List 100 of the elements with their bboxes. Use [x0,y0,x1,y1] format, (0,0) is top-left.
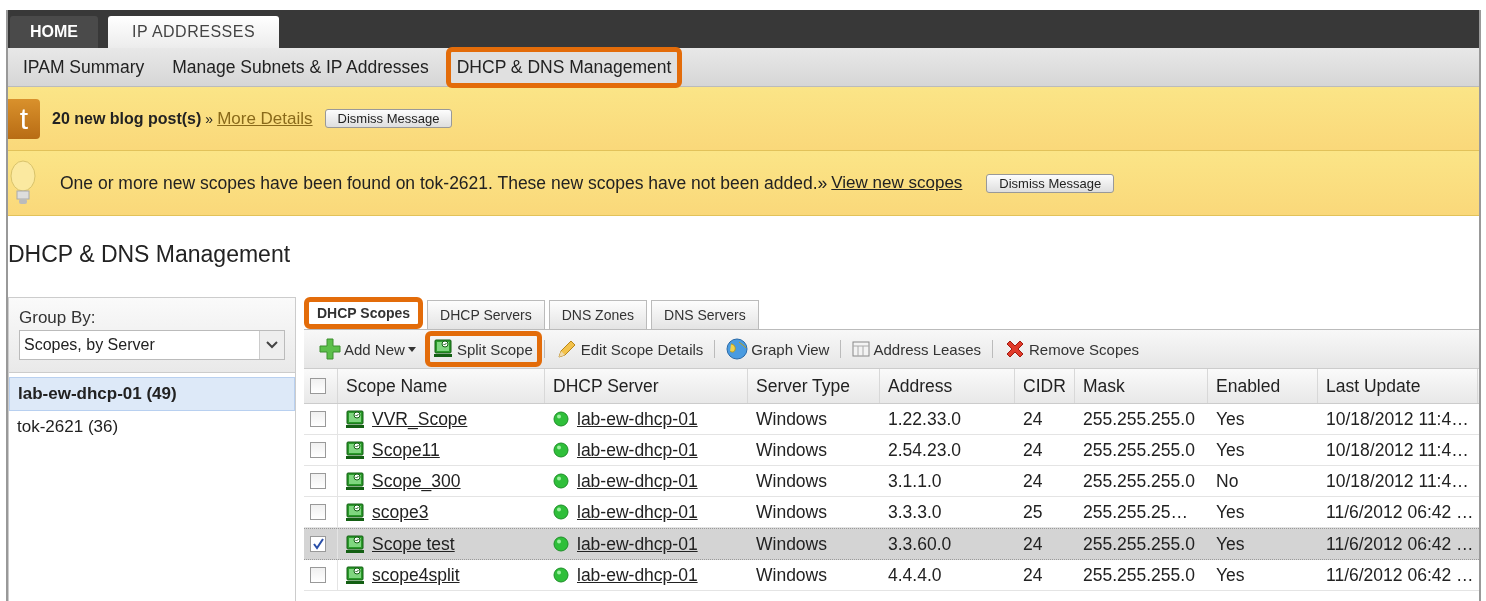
table-cell-text: 24 [1022,532,1044,556]
table-cell-text: 11/6/2012 06:42 … [1325,500,1475,524]
message-text: 20 new blog post(s) [52,109,202,128]
pencil-icon [555,338,578,360]
monitor-icon [433,339,454,359]
table-cell-text: 10/18/2012 11:4… [1325,438,1470,462]
page-title: DHCP & DNS Management [8,240,292,269]
server-list-item[interactable]: lab-ew-dhcp-01 (49) [9,377,295,411]
nav-link[interactable]: DHCP & DNS Management [445,46,683,88]
table-cell-text: 3.1.1.0 [887,469,943,493]
tab[interactable]: DHCP Scopes [304,297,424,329]
column-header[interactable]: Mask [1075,369,1208,403]
globe-icon [726,338,749,360]
row-checkbox[interactable] [310,411,326,427]
caret-icon [407,346,416,352]
separator-text: » [205,110,214,127]
row-checkbox[interactable] [310,473,326,489]
table-cell-text: Yes [1215,500,1246,524]
row-checkbox[interactable] [310,504,326,520]
nav-link[interactable]: Manage Subnets & IP Addresses [161,46,440,88]
scope-link[interactable]: scope4split [372,564,460,586]
table-cell-text: Yes [1215,407,1246,431]
server-link[interactable]: lab-ew-dhcp-01 [577,501,698,523]
table-cell-text: Windows [755,532,828,556]
tab[interactable]: DHCP Servers [427,300,545,329]
column-header[interactable]: Enabled [1208,369,1318,403]
table-cell-text: 255.255.255.0 [1082,469,1196,493]
scope-link[interactable]: Scope_300 [372,470,461,492]
column-header[interactable]: Server Type [748,369,880,403]
toolbar-button[interactable]: Edit Scope Details [546,330,713,368]
nav-tab[interactable]: IP ADDRESSES [108,16,280,48]
monitor-icon [346,503,364,521]
table-cell-text: 24 [1022,438,1044,462]
table-cell-text: 24 [1022,407,1044,431]
status-dot-icon [553,411,569,427]
lightbulb-icon [10,160,36,206]
status-dot-icon [553,504,569,520]
monitor-icon [346,410,364,428]
table-cell-text: Yes [1215,563,1246,587]
nav-link[interactable]: IPAM Summary [12,46,156,88]
table-cell-text: Windows [755,563,828,587]
group-by-dropdown[interactable]: Scopes, by Server [19,330,285,360]
table-cell-text: 24 [1022,563,1044,587]
toolbar-button[interactable]: Address Leases [843,332,991,366]
scope-link[interactable]: Scope test [372,533,455,555]
monitor-icon [346,535,364,553]
row-checkbox[interactable] [310,567,326,583]
plus-icon [319,338,341,360]
scope-link[interactable]: VVR_Scope [372,408,468,430]
more-details-link[interactable]: More Details [217,108,313,129]
group-by-label: Group By: [19,308,97,328]
scope-link[interactable]: scope3 [372,501,429,523]
table-cell-text: Windows [755,438,828,462]
table-cell-text: 255.255.25… [1082,500,1190,524]
tab[interactable]: DNS Servers [651,300,759,329]
table-cell-text: Windows [755,500,828,524]
tab[interactable]: DNS Zones [548,300,647,329]
table-cell-text: 2.54.23.0 [887,438,962,462]
table-cell-text: 4.4.4.0 [887,563,943,587]
server-link[interactable]: lab-ew-dhcp-01 [577,564,698,586]
status-dot-icon [553,442,569,458]
nav-tab[interactable]: HOME [10,16,98,48]
table-cell-text: 25 [1022,500,1044,524]
table-cell-text: Yes [1215,438,1246,462]
toolbar-button[interactable]: Add New [310,330,425,368]
toolbar-button[interactable]: Graph View [717,330,839,368]
server-link[interactable]: lab-ew-dhcp-01 [577,533,698,555]
monitor-icon [346,566,364,584]
checkmark-icon [312,538,324,550]
row-checkbox[interactable] [310,536,326,552]
monitor-icon [346,472,364,490]
table-cell-text: 255.255.255.0 [1082,532,1196,556]
status-dot-icon [553,473,569,489]
table-cell-text: 3.3.3.0 [887,500,943,524]
blog-icon: t [8,98,40,139]
server-list-item[interactable]: tok-2621 (36) [9,411,295,443]
table-cell-text: 10/18/2012 11:4… [1325,469,1470,493]
select-all-checkbox[interactable] [310,378,326,394]
scope-link[interactable]: Scope11 [372,439,440,461]
column-header[interactable]: Last Update [1318,369,1478,403]
server-link[interactable]: lab-ew-dhcp-01 [577,470,698,492]
server-link[interactable]: lab-ew-dhcp-01 [577,439,698,461]
column-header[interactable]: CIDR [1015,369,1075,403]
toolbar-button[interactable]: Remove Scopes [995,330,1149,368]
table-cell-text: 255.255.255.0 [1082,407,1196,431]
dismiss-button[interactable]: Dismiss Message [986,173,1115,193]
table-cell-text: 255.255.255.0 [1082,438,1196,462]
message-text: One or more new scopes have been found on tok-2621. These new scopes have not been added.» [60,172,828,194]
chevron-down-icon [266,341,278,349]
view-new-scopes-link[interactable]: View new scopes [831,173,963,193]
table-cell-text: Yes [1215,532,1246,556]
server-link[interactable]: lab-ew-dhcp-01 [577,408,698,430]
column-header[interactable]: Address [880,369,1015,403]
status-dot-icon [553,567,569,583]
table-cell-text: Windows [755,407,828,431]
table-cell-text: 10/18/2012 11:4… [1325,407,1470,431]
dismiss-button[interactable]: Dismiss Message [324,109,453,128]
row-checkbox[interactable] [310,442,326,458]
column-header[interactable]: Scope Name [338,369,545,403]
column-header[interactable]: DHCP Server [545,369,748,403]
